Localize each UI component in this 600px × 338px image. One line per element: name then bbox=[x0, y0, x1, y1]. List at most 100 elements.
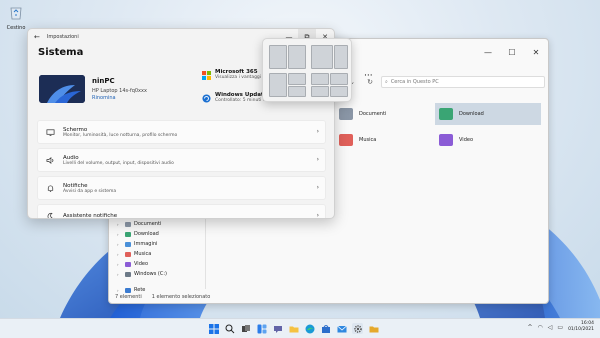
edge-icon[interactable] bbox=[304, 323, 315, 334]
snap-zone[interactable] bbox=[330, 73, 348, 85]
chevron-right-icon: › bbox=[316, 184, 319, 191]
search-icon: ⌕ bbox=[385, 79, 388, 85]
tree-item[interactable]: › Documenti bbox=[115, 219, 215, 229]
settings-row-audio[interactable]: Audio Livelli del volume, output, input, … bbox=[37, 148, 326, 172]
start-icon[interactable] bbox=[208, 323, 219, 334]
snap-zone[interactable] bbox=[311, 73, 329, 85]
network-icon bbox=[125, 287, 131, 293]
refresh-icon[interactable]: ↻ bbox=[363, 75, 377, 89]
system-tray: ^ ◠ ◁ ▭ 16:04 01/10/2021 bbox=[527, 321, 594, 333]
video-folder-icon bbox=[439, 134, 453, 146]
snap-zone[interactable] bbox=[269, 73, 287, 97]
tray-overflow-icon[interactable]: ^ bbox=[527, 324, 532, 331]
clock-date: 01/10/2021 bbox=[568, 327, 594, 332]
status-bar: 7 elementi 1 elemento selezionato bbox=[115, 294, 210, 300]
device-thumbnail bbox=[39, 75, 85, 103]
video-icon bbox=[125, 261, 131, 267]
chevron-right-icon[interactable]: › bbox=[117, 232, 122, 237]
snap-zone[interactable] bbox=[311, 45, 333, 69]
store-icon[interactable] bbox=[320, 323, 331, 334]
settings-app-title: Impostazioni bbox=[46, 34, 79, 40]
windows-bloom-icon bbox=[39, 75, 85, 103]
windows-update-icon bbox=[202, 94, 211, 103]
explorer-maximize-button[interactable]: ☐ bbox=[500, 48, 524, 57]
search-placeholder: Cerca in Questo PC bbox=[390, 79, 439, 85]
tree-item[interactable]: › Immagini bbox=[115, 239, 215, 249]
folder-tile-video[interactable]: Video bbox=[435, 129, 541, 151]
snap-layout-quadrants[interactable] bbox=[311, 73, 348, 97]
chevron-right-icon: › bbox=[316, 156, 319, 163]
taskbar-apps bbox=[208, 322, 379, 336]
quick-subtitle: Controllato: 5 minuti fa bbox=[215, 98, 268, 103]
widgets-icon[interactable] bbox=[256, 323, 267, 334]
settings-row-assistente-notifiche[interactable]: Assistente notifiche › bbox=[37, 204, 326, 219]
battery-icon[interactable]: ▭ bbox=[557, 324, 563, 331]
settings-row-notifiche[interactable]: Notifiche Avvisi da app e sistema › bbox=[37, 176, 326, 200]
folder-label: Musica bbox=[359, 137, 377, 143]
tree-item[interactable]: › Musica bbox=[115, 249, 215, 259]
tree-item-label: Immagini bbox=[134, 241, 158, 247]
moon-icon bbox=[47, 212, 55, 218]
tree-item[interactable]: › Download bbox=[115, 229, 215, 239]
settings-row-schermo[interactable]: Schermo Monitor, luminosità, luce notturn… bbox=[37, 120, 326, 144]
snap-zone[interactable] bbox=[311, 85, 329, 97]
settings-gear-icon[interactable] bbox=[352, 323, 363, 334]
music-icon bbox=[125, 251, 131, 257]
tree-item[interactable]: › Windows (C:) bbox=[115, 269, 215, 279]
wifi-icon[interactable]: ◠ bbox=[538, 324, 543, 331]
clock[interactable]: 16:04 01/10/2021 bbox=[568, 321, 594, 333]
explorer-close-button[interactable]: ✕ bbox=[524, 48, 548, 57]
chevron-right-icon: › bbox=[316, 212, 319, 219]
chevron-right-icon[interactable]: › bbox=[117, 262, 122, 267]
tree-item-label: Musica bbox=[134, 251, 152, 257]
snap-zone[interactable] bbox=[269, 45, 287, 69]
chevron-right-icon[interactable]: › bbox=[117, 222, 122, 227]
snap-zone[interactable] bbox=[330, 85, 348, 97]
snap-layout-left-stack[interactable] bbox=[269, 73, 306, 97]
rename-link[interactable]: Rinomina bbox=[92, 95, 116, 101]
pictures-icon bbox=[125, 241, 131, 247]
chevron-right-icon[interactable]: › bbox=[117, 272, 122, 277]
navigation-tree: › Documenti › Download › Immagini › Musica ›… bbox=[115, 219, 215, 295]
snap-layout-halves[interactable] bbox=[269, 45, 306, 69]
chevron-right-icon[interactable]: › bbox=[117, 288, 122, 293]
recycle-bin-icon bbox=[10, 7, 22, 20]
back-arrow-icon[interactable]: ← bbox=[34, 33, 40, 41]
mail-icon[interactable] bbox=[336, 323, 347, 334]
row-subtitle: Monitor, luminosità, luce notturna, prof… bbox=[63, 132, 178, 138]
search-input[interactable]: ⌕ Cerca in Questo PC bbox=[381, 76, 545, 88]
folder-tile-musica[interactable]: Musica bbox=[335, 129, 441, 151]
explorer-minimize-button[interactable]: — bbox=[476, 48, 500, 57]
download-folder-icon bbox=[439, 108, 453, 120]
explorer-address-area: ⌄ ↻ ⌕ Cerca in Questo PC bbox=[345, 75, 545, 89]
chevron-right-icon[interactable]: › bbox=[117, 252, 122, 257]
status-item-count: 7 elementi bbox=[115, 294, 142, 300]
snap-zone[interactable] bbox=[288, 45, 306, 69]
tree-item-label: Documenti bbox=[134, 221, 162, 227]
row-subtitle: Avvisi da app e sistema bbox=[63, 188, 117, 194]
microsoft-logo-icon bbox=[202, 71, 211, 80]
recycle-bin-label: Cestino bbox=[6, 25, 26, 31]
search-icon[interactable] bbox=[224, 323, 235, 334]
snap-zone[interactable] bbox=[288, 73, 306, 85]
row-title: Assistente notifiche bbox=[63, 213, 118, 219]
device-name: ninPC bbox=[92, 77, 115, 85]
teams-chat-icon[interactable] bbox=[272, 323, 283, 334]
drive-icon bbox=[125, 271, 131, 277]
file-explorer-icon[interactable] bbox=[288, 323, 299, 334]
recycle-bin[interactable]: Cestino bbox=[4, 4, 28, 31]
display-icon bbox=[46, 128, 55, 136]
tree-item[interactable]: › Video bbox=[115, 259, 215, 269]
tree-item-label: Rete bbox=[134, 287, 146, 293]
tree-item-label: Video bbox=[134, 261, 149, 267]
snap-zone[interactable] bbox=[288, 85, 306, 97]
folder-tile-documenti[interactable]: Documenti bbox=[335, 103, 441, 125]
chevron-right-icon[interactable]: › bbox=[117, 242, 122, 247]
task-view-icon[interactable] bbox=[240, 323, 251, 334]
tree-item-label: Download bbox=[134, 231, 159, 237]
snap-zone[interactable] bbox=[334, 45, 348, 69]
volume-icon[interactable]: ◁ bbox=[548, 324, 553, 331]
snap-layout-wide-left[interactable] bbox=[311, 45, 348, 69]
folder-tile-download[interactable]: Download bbox=[435, 103, 541, 125]
explorer-taskbar-running-icon[interactable] bbox=[368, 323, 379, 334]
